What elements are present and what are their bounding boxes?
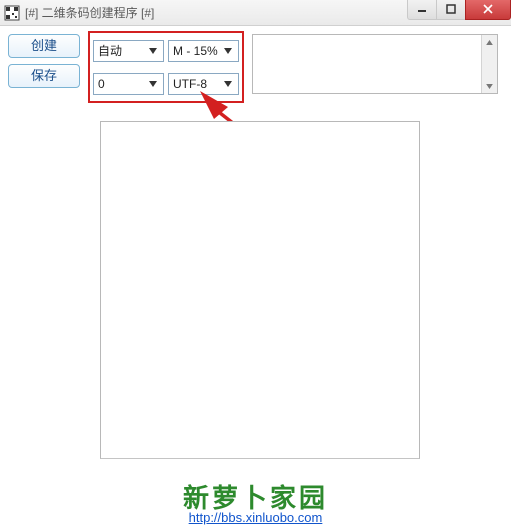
settings-highlight-box: 自动 M - 15% 0 UTF-8 <box>88 31 244 103</box>
version-dropdown-value: 0 <box>98 77 105 91</box>
window-client-area: 创建 保存 自动 M - 15% 0 UTF-8 <box>0 26 511 527</box>
chevron-down-icon <box>220 74 236 94</box>
close-button[interactable] <box>465 0 511 20</box>
chevron-down-icon <box>220 41 236 61</box>
encoding-dropdown-value: UTF-8 <box>173 77 207 91</box>
mode-dropdown[interactable]: 自动 <box>93 40 164 62</box>
chevron-down-icon <box>145 41 161 61</box>
app-icon <box>4 5 20 21</box>
minimize-button[interactable] <box>407 0 437 20</box>
footer-link[interactable]: http://bbs.xinluobo.com <box>189 510 323 525</box>
save-button[interactable]: 保存 <box>8 64 80 88</box>
chevron-down-icon <box>145 74 161 94</box>
content-textarea[interactable] <box>252 34 498 94</box>
encoding-dropdown[interactable]: UTF-8 <box>168 73 239 95</box>
window-controls <box>408 0 511 20</box>
maximize-button[interactable] <box>436 0 466 20</box>
footer-link-wrap: http://bbs.xinluobo.com <box>0 510 511 525</box>
action-button-group: 创建 保存 <box>8 34 80 88</box>
create-button[interactable]: 创建 <box>8 34 80 58</box>
scroll-up-icon[interactable] <box>484 36 496 48</box>
ecc-dropdown[interactable]: M - 15% <box>168 40 239 62</box>
content-textarea-inner <box>253 35 481 93</box>
ecc-dropdown-value: M - 15% <box>173 44 218 58</box>
textarea-scrollbar[interactable] <box>481 35 497 93</box>
version-dropdown[interactable]: 0 <box>93 73 164 95</box>
qr-preview-panel <box>100 121 420 459</box>
window-titlebar: [#] 二维条码创建程序 [#] <box>0 0 511 26</box>
scroll-down-icon[interactable] <box>484 80 496 92</box>
mode-dropdown-value: 自动 <box>98 42 122 59</box>
window-title: [#] 二维条码创建程序 [#] <box>25 4 408 21</box>
